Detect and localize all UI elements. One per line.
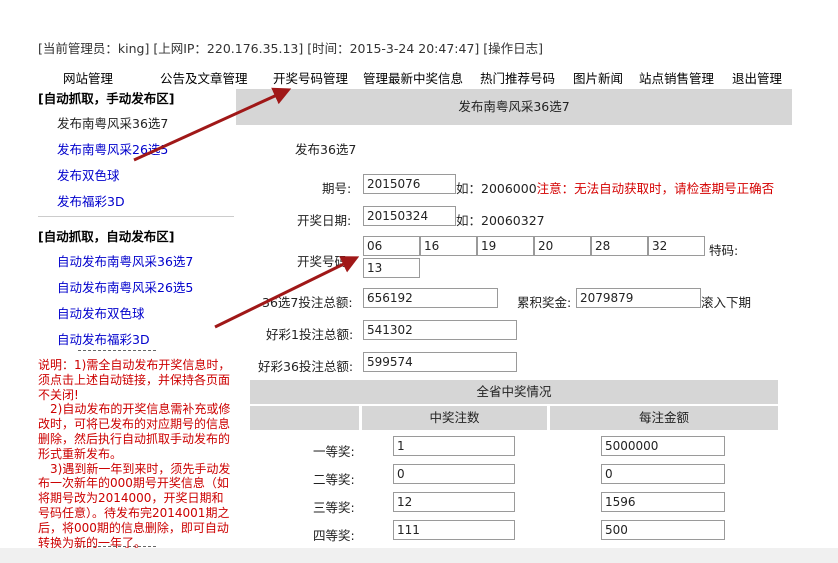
- arrow-to-numbers: [214, 256, 360, 329]
- annotation-arrows: [133, 87, 360, 329]
- horizontal-scrollbar[interactable]: [0, 548, 838, 563]
- arrow-to-nav: [133, 87, 292, 162]
